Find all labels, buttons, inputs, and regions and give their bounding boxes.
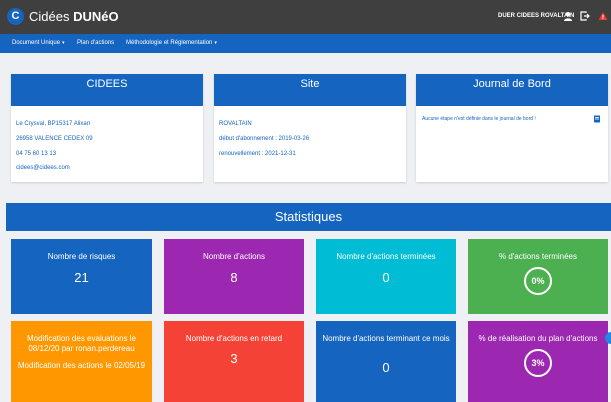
nav-document-unique[interactable]: Document Unique ▾ — [12, 40, 65, 46]
tile-title: % d'actions terminées — [498, 252, 577, 261]
book-icon[interactable] — [593, 115, 601, 123]
tile-value: 0 — [382, 360, 390, 375]
tile-nombre-risques[interactable]: Nombre de risques 21 — [11, 239, 152, 314]
renewal-date: renouvellement : 2021-12-31 — [219, 151, 296, 157]
main-nav: Document Unique ▾ Plan d'actions Méthodol… — [0, 34, 611, 53]
tile-realisation-plan[interactable]: % de réalisation du plan d'actions 3% — [468, 321, 608, 402]
nav-methodologie[interactable]: Méthodologie et Réglementation ▾ — [126, 40, 217, 46]
tile-subtitle: Modification des actions le 02/05/19 — [17, 361, 146, 370]
tile-actions-retard[interactable]: Nombre d'actions en retard 3 — [164, 321, 304, 402]
tile-title: % de réalisation du plan d'actions — [478, 334, 598, 343]
site-card: Site ROVALTAIN début d'abonnement : 2019… — [214, 74, 406, 182]
tile-value: 21 — [74, 270, 89, 285]
chevron-down-icon: ▾ — [62, 40, 65, 46]
tile-pct-actions-terminees[interactable]: % d'actions terminées 0% — [468, 239, 608, 314]
brand-prefix: Cidées — [29, 9, 74, 24]
brand-name: DUNéO — [73, 9, 119, 24]
nav-label: Document Unique — [12, 40, 61, 46]
logout-icon[interactable] — [580, 11, 590, 21]
app-brand[interactable]: Cidées DUNéO — [29, 9, 119, 24]
top-bar: C Cidées DUNéO DUER CIDEES ROVALTAIN — [0, 0, 611, 34]
alert-icon[interactable] — [598, 11, 608, 21]
tile-value: 0 — [382, 270, 390, 285]
journal-card: Journal de Bord Aucune étape n'est défin… — [416, 74, 608, 182]
chevron-down-icon: ▾ — [214, 40, 217, 46]
stats-title: Statistiques — [6, 203, 611, 231]
nav-plan-actions[interactable]: Plan d'actions — [77, 40, 114, 46]
tile-title: Nombre de risques — [47, 252, 116, 261]
tile-title: Nombre d'actions terminant ce mois — [322, 334, 450, 343]
tile-title: Nombre d'actions terminées — [336, 252, 436, 261]
card-title: Site — [214, 74, 406, 106]
journal-message: Aucune étape n'est définie dans le journ… — [422, 116, 536, 122]
tile-title: Nombre d'actions en retard — [185, 334, 283, 343]
address-line: Le Crysval, BP15317 Alixan — [16, 121, 91, 127]
subscription-start: début d'abonnement : 2019-03-26 — [219, 136, 310, 142]
tile-modifications[interactable]: Modification des evaluations le 08/12/20… — [11, 321, 152, 402]
progress-ring: 0% — [524, 267, 552, 295]
progress-ring: 3% — [524, 349, 552, 377]
email[interactable]: cidees@cidees.com — [16, 165, 70, 171]
site-name: ROVALTAIN — [219, 121, 252, 127]
tile-value: 8 — [230, 270, 238, 285]
tile-actions-ce-mois[interactable]: Nombre d'actions terminant ce mois 0 — [316, 321, 456, 402]
tile-value: 3 — [230, 351, 238, 366]
nav-label: Plan d'actions — [77, 40, 115, 46]
tile-title: Nombre d'actions — [203, 252, 265, 261]
tile-nombre-actions[interactable]: Nombre d'actions 8 — [164, 239, 304, 314]
side-toggle-handle[interactable] — [605, 332, 611, 344]
cidees-card: CIDEES Le Crysval, BP15317 Alixan 26958 … — [11, 74, 203, 182]
card-title: CIDEES — [11, 74, 203, 106]
nav-label: Méthodologie et Réglementation — [126, 40, 213, 46]
tile-title: Modification des evaluations le 08/12/20… — [27, 334, 136, 353]
app-logo[interactable]: C — [7, 8, 24, 25]
tile-actions-terminees[interactable]: Nombre d'actions terminées 0 — [316, 239, 456, 314]
phone: 04 75 60 13 13 — [16, 151, 57, 157]
address-city: 26958 VALENCE CEDEX 09 — [16, 136, 93, 142]
card-title: Journal de Bord — [416, 74, 608, 106]
user-icon[interactable] — [563, 11, 573, 21]
